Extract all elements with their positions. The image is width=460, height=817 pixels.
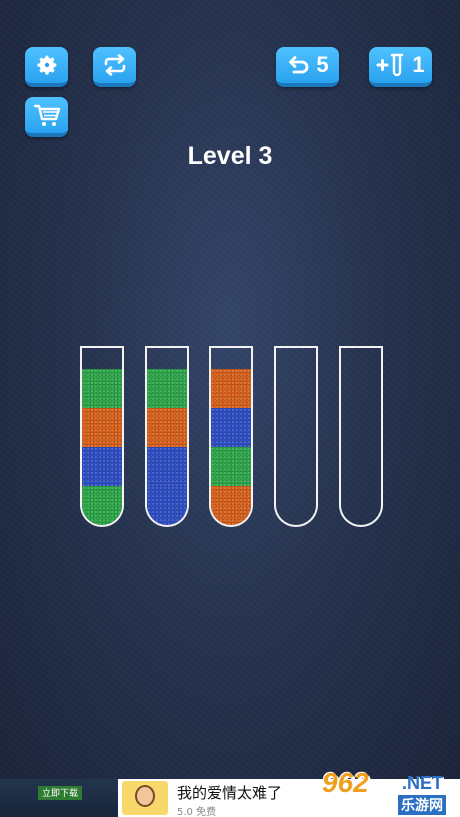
sand-layer-blue (82, 447, 122, 486)
sand-layer-blue (147, 486, 187, 525)
tube-5[interactable] (339, 346, 383, 527)
tube-rim (82, 346, 122, 348)
sand-layer-blue (147, 447, 187, 486)
shopping-cart-icon (33, 104, 60, 126)
sand-layer-green (82, 369, 122, 408)
undo-button[interactable]: 5 (276, 47, 339, 87)
gear-icon (37, 55, 56, 75)
watermark-site: 乐游网 (398, 795, 446, 815)
ad-thumbnail (122, 781, 168, 815)
level-title: Level 3 (187, 142, 273, 170)
tube-1[interactable] (80, 346, 124, 527)
tube-rim (211, 346, 251, 348)
sand-layer-green (211, 447, 251, 486)
add-tube-button[interactable]: 1 (369, 47, 432, 87)
ad-left-panel: 立即下载 (0, 779, 118, 817)
sand-layer-orange (211, 486, 251, 525)
ad-rating: 5.0 免费 (177, 807, 217, 817)
settings-button[interactable] (25, 47, 68, 87)
watermark-number: 962 (322, 767, 369, 798)
shop-button[interactable] (25, 97, 68, 137)
tube-rim (276, 346, 316, 348)
sand-layer-blue (211, 408, 251, 447)
sand-layer-orange (82, 408, 122, 447)
undo-count: 5 (316, 52, 329, 77)
undo-icon (289, 56, 309, 74)
tube-2[interactable] (145, 346, 189, 527)
sand-layer-green (147, 369, 187, 408)
watermark-suffix: .NET (402, 773, 444, 793)
tube-4[interactable] (274, 346, 318, 527)
tube-rim (147, 346, 187, 348)
ad-character-image (135, 785, 155, 807)
add-tube-count: 1 (412, 52, 425, 77)
add-tube-icon (376, 53, 404, 77)
restart-icon (104, 54, 125, 76)
sand-layer-green (82, 486, 122, 525)
sand-layer-orange (147, 408, 187, 447)
restart-button[interactable] (93, 47, 136, 87)
ad-title: 我的爱情太难了 (177, 784, 283, 802)
ad-download-button[interactable]: 立即下载 (38, 786, 82, 800)
watermark: 962 .NET 乐游网 (320, 765, 460, 817)
tube-3[interactable] (209, 346, 253, 527)
tube-rim (341, 346, 381, 348)
sand-layer-orange (211, 369, 251, 408)
